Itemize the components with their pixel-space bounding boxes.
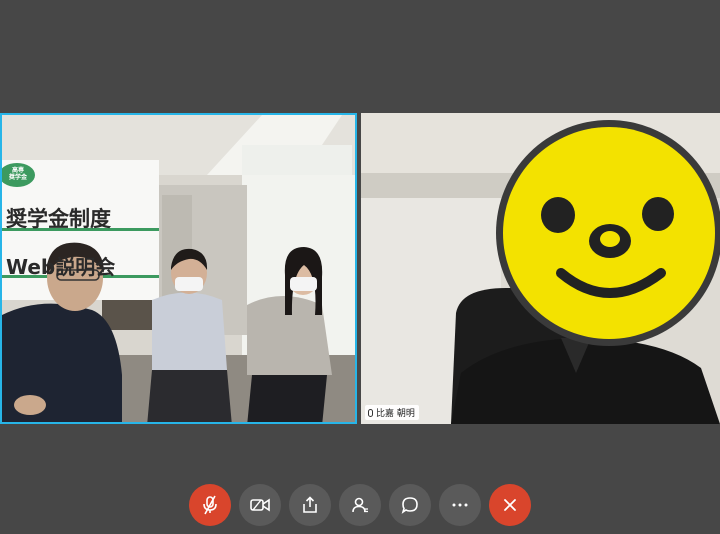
- mute-button[interactable]: [189, 484, 231, 526]
- chat-button[interactable]: [389, 484, 431, 526]
- banner-title-line1: 奨学金制度: [6, 207, 111, 231]
- banner-logo-text: 高専 奨学金: [8, 167, 27, 181]
- leave-meeting-button[interactable]: [489, 484, 531, 526]
- video-camera-icon: [250, 498, 270, 512]
- share-screen-button[interactable]: [289, 484, 331, 526]
- chat-bubble-icon: [401, 497, 418, 514]
- mic-small-icon: [368, 408, 373, 417]
- participants-icon: [352, 497, 368, 513]
- video-button[interactable]: [239, 484, 281, 526]
- close-icon: [504, 499, 516, 511]
- more-options-button[interactable]: [439, 484, 481, 526]
- video-tile-active[interactable]: 高専 奨学金 奨学金制度 Web説明会: [0, 113, 357, 424]
- participants-button[interactable]: [339, 484, 381, 526]
- share-screen-icon: [303, 496, 317, 513]
- more-dots-icon: [452, 503, 468, 507]
- meeting-toolbar: [0, 484, 720, 526]
- video-frame-right: [361, 113, 720, 424]
- participant-name: 比嘉 朝明: [376, 409, 415, 419]
- banner-title-line2: Web説明会: [6, 255, 116, 279]
- video-tile-participant[interactable]: 比嘉 朝明: [361, 113, 720, 424]
- mic-muted-icon: [203, 495, 217, 515]
- smiley-face-icon: [496, 120, 720, 346]
- participant-name-tag: 比嘉 朝明: [365, 405, 419, 420]
